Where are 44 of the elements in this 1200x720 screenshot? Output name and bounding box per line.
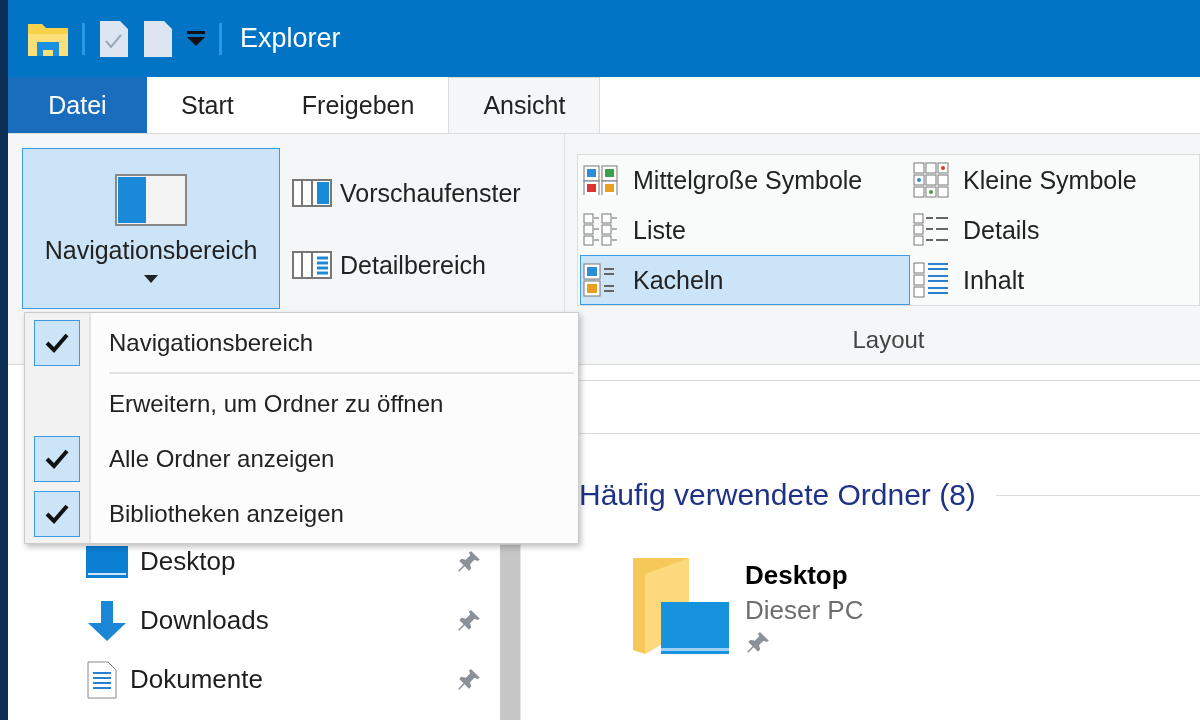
folder-icon[interactable] [631,556,731,656]
group-heading[interactable]: Häufig verwendete Ordner (8) [579,478,976,512]
ribbon-tab[interactable]: Ansicht [448,77,601,133]
details-pane-icon [292,251,332,279]
navigation-pane-button[interactable]: Navigationsbereich [22,148,280,309]
layout-option[interactable]: Inhalt [910,255,1199,305]
caret-icon [144,275,158,283]
folder-location: Dieser PC [745,595,864,626]
monitor-icon [86,545,128,578]
layout-option[interactable]: Kacheln [580,255,910,305]
properties-icon[interactable] [99,19,129,58]
download-arrow-icon [86,600,128,641]
navigation-pane-icon [115,174,187,226]
check-icon [45,332,69,353]
ribbon-tab[interactable]: Start [147,77,268,133]
menu-item[interactable]: Navigationsbereich [25,315,578,370]
layout-option[interactable]: Details [910,205,1199,255]
list-icon [583,213,619,247]
details-pane-button[interactable]: Detailbereich [288,240,525,290]
details-icon [913,213,949,247]
nav-item[interactable]: Downloads [8,591,500,650]
folder-name: Desktop [745,560,849,591]
blank-page-icon[interactable] [143,19,173,58]
content-icon [913,262,949,298]
medium-icons-icon [583,165,619,195]
window-title: Explorer [240,23,341,54]
folder-icon[interactable] [28,21,68,56]
check-icon [45,448,69,469]
ribbon-tab[interactable]: Freigeben [267,77,449,133]
small-icons-icon [913,162,949,198]
check-icon [45,503,69,524]
nav-item[interactable]: Dokumente [8,650,500,709]
dropdown-caret-icon[interactable] [187,30,205,47]
preview-pane-button[interactable]: Vorschaufenster [288,168,525,218]
document-icon [86,660,118,699]
file-tab[interactable]: Datei [8,77,147,133]
menu-item[interactable]: Alle Ordner anzeigen [25,431,578,486]
scrollbar-thumb[interactable] [500,545,520,720]
layout-option[interactable]: Kleine Symbole [910,155,1199,205]
preview-pane-icon [292,179,332,207]
menu-item[interactable]: Erweitern, um Ordner zu öffnen [25,376,578,431]
group-label: Layout [852,326,925,354]
layout-option[interactable]: Liste [580,205,910,255]
layout-option[interactable]: Mittelgroße Symbole [580,155,910,205]
